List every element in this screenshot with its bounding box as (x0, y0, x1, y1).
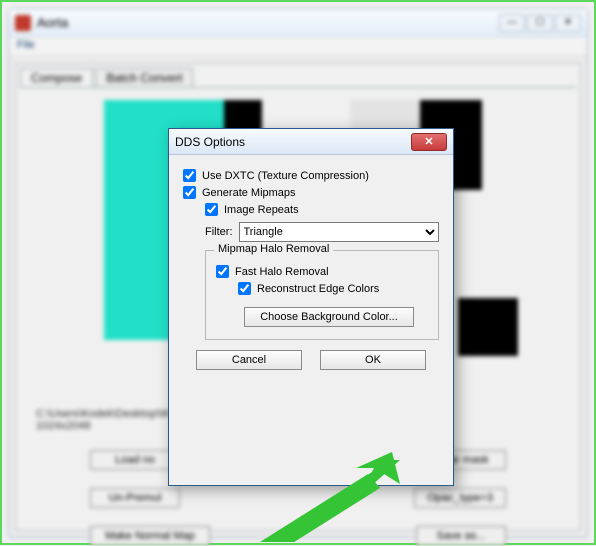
fast-halo-removal-checkbox[interactable]: Fast Halo Removal (216, 265, 428, 278)
mipmap-halo-removal-group: Mipmap Halo Removal Fast Halo Removal Re… (205, 250, 439, 340)
cancel-button[interactable]: Cancel (196, 350, 302, 370)
image-repeats-input[interactable] (205, 203, 218, 216)
reconstruct-edge-colors-label: Reconstruct Edge Colors (257, 283, 379, 295)
filter-select[interactable]: Triangle (239, 222, 440, 242)
menu-bar: File (9, 37, 587, 57)
use-dxtc-label: Use DXTC (Texture Compression) (202, 170, 369, 182)
filter-label: Filter: (205, 226, 233, 238)
use-dxtc-checkbox[interactable]: Use DXTC (Texture Compression) (183, 169, 439, 182)
window-title: Aorta (37, 15, 68, 30)
menu-file[interactable]: File (17, 39, 35, 51)
filter-row: Filter: Triangle (205, 222, 439, 242)
fast-halo-removal-label: Fast Halo Removal (235, 266, 329, 278)
ok-button[interactable]: OK (320, 350, 426, 370)
choose-background-color-button[interactable]: Choose Background Color... (244, 307, 414, 327)
image-repeats-label: Image Repeats (224, 204, 299, 216)
reconstruct-edge-colors-input[interactable] (238, 282, 251, 295)
save-as-button[interactable]: Save as... (416, 526, 506, 546)
dialog-titlebar: DDS Options ✕ (169, 129, 453, 155)
group-legend: Mipmap Halo Removal (214, 243, 333, 255)
dialog-close-button[interactable]: ✕ (411, 133, 447, 151)
generate-mipmaps-label: Generate Mipmaps (202, 187, 296, 199)
close-icon: ✕ (424, 135, 433, 148)
app-icon (15, 15, 31, 31)
file-path-label: C:\Users\Kodek\Desktop\W 1024x2048 (36, 408, 170, 432)
load-button[interactable]: Load no (90, 450, 180, 470)
make-normal-map-button[interactable]: Make Normal Map (90, 526, 210, 546)
fast-halo-removal-input[interactable] (216, 265, 229, 278)
tab-compose[interactable]: Compose (20, 68, 93, 87)
reconstruct-edge-colors-checkbox[interactable]: Reconstruct Edge Colors (238, 282, 428, 295)
tab-batch-convert[interactable]: Batch Convert (95, 68, 193, 87)
generate-mipmaps-input[interactable] (183, 186, 196, 199)
image-repeats-checkbox[interactable]: Image Repeats (205, 203, 439, 216)
minimize-button[interactable]: ― (499, 14, 525, 32)
dialog-title: DDS Options (175, 135, 245, 149)
opac-type-button[interactable]: Opac_type=3 (414, 488, 506, 508)
use-dxtc-input[interactable] (183, 169, 196, 182)
close-button[interactable]: ✕ (555, 14, 581, 32)
un-premul-button[interactable]: Un-Premul (90, 488, 180, 508)
preview-right-black-bottom (458, 298, 518, 356)
dds-options-dialog: DDS Options ✕ Use DXTC (Texture Compress… (168, 128, 454, 486)
titlebar: Aorta ― ☐ ✕ (9, 9, 587, 37)
generate-mipmaps-checkbox[interactable]: Generate Mipmaps (183, 186, 439, 199)
maximize-button[interactable]: ☐ (527, 14, 553, 32)
